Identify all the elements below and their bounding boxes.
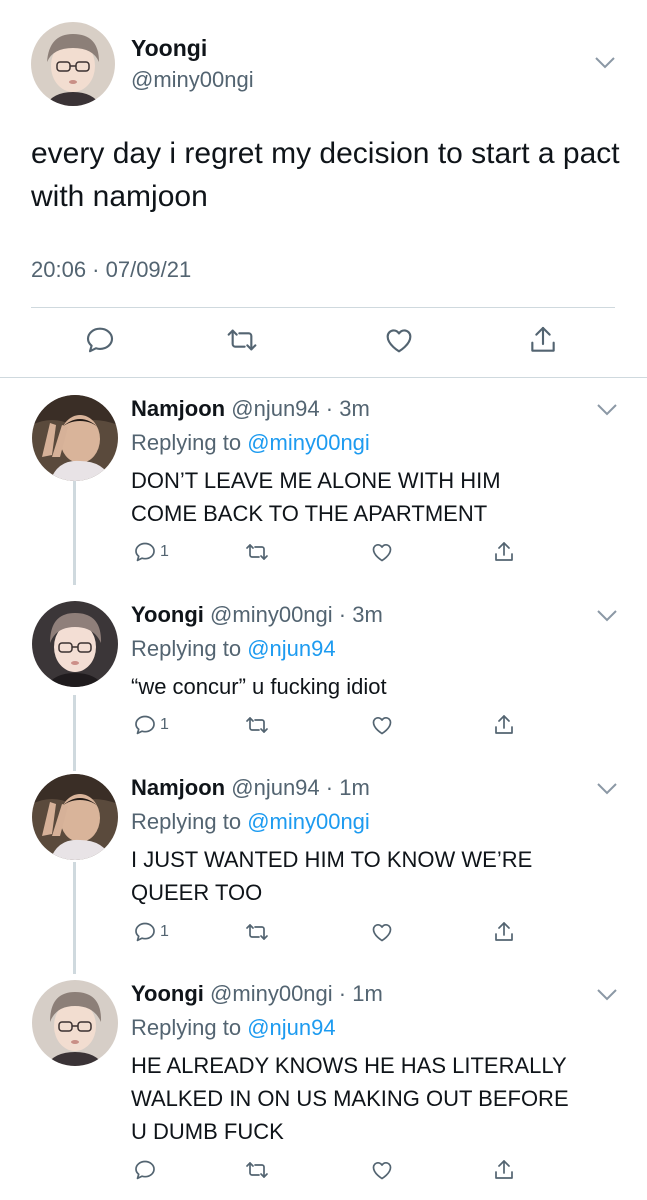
reply-text-line: COME BACK TO THE APARTMENT bbox=[131, 501, 488, 526]
reply-text: HE ALREADY KNOWS HE HAS LITERALLY WALKED… bbox=[131, 1049, 626, 1148]
reply-count: 1 bbox=[160, 716, 169, 733]
thread-line bbox=[73, 481, 76, 585]
tweet-age[interactable]: 1m bbox=[352, 981, 383, 1006]
reply-button[interactable]: 1 bbox=[133, 540, 169, 564]
main-tweet[interactable]: Yoongi @miny00ngi every day i regret my … bbox=[0, 0, 647, 377]
tweet-timestamp[interactable]: 20:06 · 07/09/21 bbox=[31, 257, 191, 283]
display-name[interactable]: Yoongi bbox=[131, 35, 207, 62]
like-icon[interactable] bbox=[370, 540, 394, 564]
chevron-down-icon[interactable] bbox=[596, 988, 618, 1002]
mention-link[interactable]: @njun94 bbox=[247, 1015, 335, 1040]
reply-header: Namjoon @njun94 · 3m bbox=[131, 396, 370, 422]
share-icon[interactable] bbox=[492, 713, 516, 737]
user-handle[interactable]: @miny00ngi bbox=[210, 602, 333, 627]
separator-dot: · bbox=[332, 981, 353, 1006]
avatar-yoongi[interactable] bbox=[32, 980, 118, 1066]
chevron-down-icon[interactable] bbox=[594, 56, 616, 70]
tweet-text: every day i regret my decision to start … bbox=[31, 137, 620, 213]
replying-to: Replying to @njun94 bbox=[131, 1015, 336, 1041]
separator-dot: · bbox=[319, 396, 340, 421]
reply-text: DON’T LEAVE ME ALONE WITH HIM COME BACK … bbox=[131, 464, 621, 530]
user-handle[interactable]: @miny00ngi bbox=[131, 67, 254, 93]
tweet-age[interactable]: 1m bbox=[339, 775, 370, 800]
reply-text-line: U DUMB FUCK bbox=[131, 1119, 284, 1144]
display-name[interactable]: Yoongi bbox=[131, 602, 204, 627]
reply-icon[interactable] bbox=[133, 1158, 157, 1182]
user-handle[interactable]: @njun94 bbox=[231, 775, 319, 800]
retweet-icon[interactable] bbox=[245, 1158, 269, 1182]
reply-text-line: HE ALREADY KNOWS HE HAS LITERALLY bbox=[131, 1053, 567, 1078]
reply-tweet[interactable]: Namjoon @njun94 · 3m Replying to @miny00… bbox=[0, 395, 647, 585]
reply-header: Namjoon @njun94 · 1m bbox=[131, 775, 370, 801]
chevron-down-icon[interactable] bbox=[596, 403, 618, 417]
reply-button[interactable]: 1 bbox=[133, 920, 169, 944]
tweet-age[interactable]: 3m bbox=[352, 602, 383, 627]
user-handle[interactable]: @njun94 bbox=[231, 396, 319, 421]
display-name[interactable]: Namjoon bbox=[131, 775, 225, 800]
reply-header: Yoongi @miny00ngi · 1m bbox=[131, 981, 383, 1007]
replying-to-label: Replying to bbox=[131, 430, 248, 455]
replying-to: Replying to @miny00ngi bbox=[131, 430, 370, 456]
avatar-namjoon[interactable] bbox=[32, 395, 118, 481]
reply-text-line: “we concur” u fucking idiot bbox=[131, 674, 387, 699]
share-icon[interactable] bbox=[492, 540, 516, 564]
chevron-down-icon[interactable] bbox=[596, 782, 618, 796]
retweet-icon[interactable] bbox=[245, 540, 269, 564]
reply-count: 1 bbox=[160, 543, 169, 560]
avatar-namjoon[interactable] bbox=[32, 774, 118, 860]
reply-text-line: DON’T LEAVE ME ALONE WITH HIM bbox=[131, 468, 501, 493]
retweet-icon[interactable] bbox=[226, 324, 258, 356]
reply-count: 1 bbox=[160, 923, 169, 940]
user-handle[interactable]: @miny00ngi bbox=[210, 981, 333, 1006]
reply-text-line: QUEER TOO bbox=[131, 880, 263, 905]
reply-icon bbox=[135, 715, 155, 735]
mention-link[interactable]: @njun94 bbox=[247, 636, 335, 661]
replying-to-label: Replying to bbox=[131, 1015, 248, 1040]
retweet-icon[interactable] bbox=[245, 713, 269, 737]
share-icon[interactable] bbox=[492, 920, 516, 944]
tweet-thread: Yoongi @miny00ngi every day i regret my … bbox=[0, 0, 647, 1200]
reply-icon bbox=[135, 922, 155, 942]
avatar-yoongi[interactable] bbox=[31, 22, 115, 106]
share-icon[interactable] bbox=[492, 1158, 516, 1182]
display-name[interactable]: Namjoon bbox=[131, 396, 225, 421]
like-icon[interactable] bbox=[370, 1158, 394, 1182]
reply-text-line: I JUST WANTED HIM TO KNOW WE’RE bbox=[131, 847, 533, 872]
replying-to: Replying to @njun94 bbox=[131, 636, 336, 662]
replying-to-label: Replying to bbox=[131, 636, 248, 661]
reply-button[interactable]: 1 bbox=[133, 713, 169, 737]
thread-line bbox=[73, 695, 76, 771]
reply-text: “we concur” u fucking idiot bbox=[131, 670, 621, 703]
separator-dot: · bbox=[319, 775, 340, 800]
like-icon[interactable] bbox=[370, 920, 394, 944]
reply-tweet[interactable]: Yoongi @miny00ngi · 3m Replying to @njun… bbox=[0, 601, 647, 771]
thread-line bbox=[73, 862, 76, 974]
reply-icon[interactable] bbox=[84, 324, 116, 356]
tweet-age[interactable]: 3m bbox=[339, 396, 370, 421]
like-icon[interactable] bbox=[383, 324, 415, 356]
reply-text: I JUST WANTED HIM TO KNOW WE’RE QUEER TO… bbox=[131, 843, 621, 909]
reply-header: Yoongi @miny00ngi · 3m bbox=[131, 602, 383, 628]
retweet-icon[interactable] bbox=[245, 920, 269, 944]
divider bbox=[0, 377, 647, 378]
like-icon[interactable] bbox=[370, 713, 394, 737]
display-name[interactable]: Yoongi bbox=[131, 981, 204, 1006]
chevron-down-icon[interactable] bbox=[596, 609, 618, 623]
reply-text-line: WALKED IN ON US MAKING OUT BEFORE bbox=[131, 1086, 569, 1111]
reply-tweet[interactable]: Namjoon @njun94 · 1m Replying to @miny00… bbox=[0, 774, 647, 974]
replying-to-label: Replying to bbox=[131, 809, 248, 834]
mention-link[interactable]: @miny00ngi bbox=[247, 430, 370, 455]
divider bbox=[31, 307, 615, 308]
replying-to: Replying to @miny00ngi bbox=[131, 809, 370, 835]
mention-link[interactable]: @miny00ngi bbox=[247, 809, 370, 834]
separator-dot: · bbox=[332, 602, 353, 627]
reply-icon bbox=[135, 542, 155, 562]
share-icon[interactable] bbox=[527, 324, 559, 356]
reply-tweet[interactable]: Yoongi @miny00ngi · 1m Replying to @njun… bbox=[0, 980, 647, 1190]
avatar-yoongi[interactable] bbox=[32, 601, 118, 687]
